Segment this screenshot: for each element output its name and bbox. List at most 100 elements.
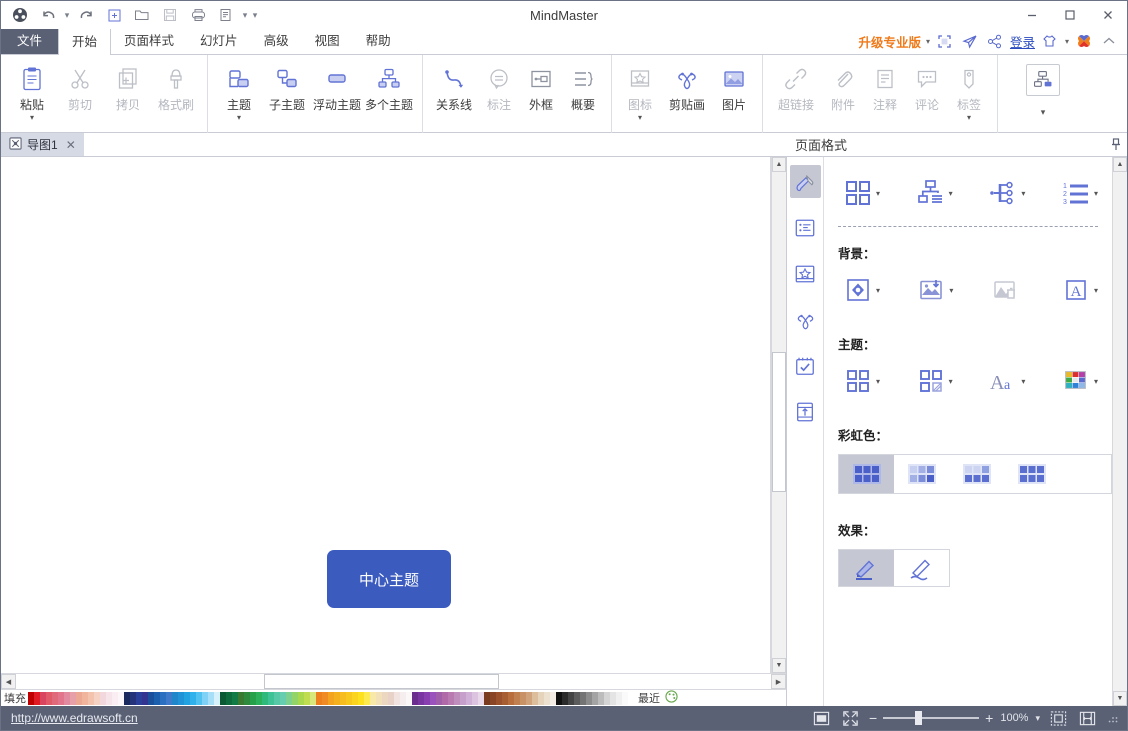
menu-tab-view[interactable]: 视图 xyxy=(302,28,353,54)
resize-grip-icon[interactable] xyxy=(1107,712,1119,724)
icon-library-tab[interactable] xyxy=(790,257,821,290)
upgrade-dropdown-icon[interactable]: ▾ xyxy=(926,37,930,46)
close-button[interactable] xyxy=(1089,1,1127,29)
branch-structure-dropdown-icon[interactable]: ▾ xyxy=(1021,189,1025,198)
rainbow-option-4[interactable] xyxy=(1004,455,1059,493)
undo-dropdown-icon[interactable]: ▾ xyxy=(63,10,71,21)
panel-scroll-down-arrow[interactable]: ▼ xyxy=(1113,691,1127,706)
topic-dropdown-icon[interactable]: ▾ xyxy=(237,114,241,122)
theme-color-dropdown-icon[interactable]: ▾ xyxy=(1094,377,1098,386)
theme-dropdown-icon[interactable]: ▾ xyxy=(1065,37,1069,46)
paste-button[interactable]: 粘贴 ▾ xyxy=(8,60,56,122)
format-painter-button[interactable]: 格式刷 xyxy=(152,60,200,113)
fit-page-icon[interactable] xyxy=(811,708,833,728)
theme-shirt-icon[interactable] xyxy=(1040,31,1060,51)
page-format-tab[interactable] xyxy=(789,165,821,198)
multiple-topics-button[interactable]: 多个主题 xyxy=(363,60,415,113)
outline-tab[interactable] xyxy=(790,211,821,244)
branch-structure-button[interactable]: ▾ xyxy=(983,173,1025,213)
effect-straight-pen[interactable] xyxy=(839,550,894,586)
new-icon[interactable] xyxy=(101,4,127,26)
app-logo-icon[interactable] xyxy=(7,4,33,26)
hyperlink-button[interactable]: 超链接 xyxy=(770,60,822,113)
color-swatch-list[interactable] xyxy=(28,691,628,705)
send-icon[interactable] xyxy=(960,31,980,51)
rainbow-option-2[interactable] xyxy=(894,455,949,493)
watermark-dropdown-icon[interactable]: ▾ xyxy=(1094,286,1098,295)
share-icon[interactable] xyxy=(985,31,1005,51)
minimize-button[interactable] xyxy=(1013,1,1051,29)
menu-tab-page-style[interactable]: 页面样式 xyxy=(111,28,187,54)
theme-font-dropdown-icon[interactable]: ▾ xyxy=(1021,377,1025,386)
redo-icon[interactable] xyxy=(73,4,99,26)
export-dropdown-icon[interactable]: ▾ xyxy=(241,10,249,21)
background-image-dropdown-icon[interactable]: ▾ xyxy=(949,286,953,295)
zoom-in-icon[interactable]: + xyxy=(985,710,993,726)
callout-button[interactable]: 标注 xyxy=(478,60,520,113)
layout-structure-button[interactable]: ▾ xyxy=(1012,60,1074,117)
central-topic-node[interactable]: 中心主题 xyxy=(327,550,451,608)
marker-button[interactable]: 图标 ▾ xyxy=(619,60,661,122)
layout-style-button[interactable]: ▾ xyxy=(838,173,880,213)
panel-scroll-track[interactable] xyxy=(1113,172,1127,691)
picture-button[interactable]: 图片 xyxy=(713,60,755,113)
numbering-dropdown-icon[interactable]: ▾ xyxy=(1094,189,1098,198)
attachment-button[interactable]: 附件 xyxy=(822,60,864,113)
background-fill-button[interactable]: ▾ xyxy=(838,270,880,310)
theme-style-dropdown-icon[interactable]: ▾ xyxy=(876,377,880,386)
watermark-button[interactable]: A ▾ xyxy=(1056,270,1098,310)
paste-dropdown-icon[interactable]: ▾ xyxy=(30,114,34,122)
layout-structure-dropdown-icon[interactable]: ▾ xyxy=(1041,108,1046,117)
upgrade-pro-button[interactable]: 升级专业版 xyxy=(858,32,921,51)
theme-style-button[interactable]: ▾ xyxy=(838,361,880,401)
collapse-ribbon-icon[interactable] xyxy=(1099,31,1119,51)
insert-tab[interactable] xyxy=(790,395,821,428)
zoom-slider-thumb[interactable] xyxy=(915,711,923,725)
relationship-line-button[interactable]: 关系线 xyxy=(430,60,478,113)
theme-font-button[interactable]: Aa ▾ xyxy=(983,361,1025,401)
background-fill-dropdown-icon[interactable]: ▾ xyxy=(876,286,880,295)
cut-button[interactable]: 剪切 xyxy=(56,60,104,113)
structure-button[interactable]: ▾ xyxy=(911,173,953,213)
zoom-dropdown-icon[interactable]: ▾ xyxy=(1035,713,1040,724)
doc-tab-close-icon[interactable]: ✕ xyxy=(66,138,76,152)
undo-icon[interactable] xyxy=(35,4,61,26)
effect-wavy-pen[interactable] xyxy=(894,550,949,586)
tag-dropdown-icon[interactable]: ▾ xyxy=(967,114,971,122)
task-tab[interactable] xyxy=(790,349,821,382)
layout-style-dropdown-icon[interactable]: ▾ xyxy=(876,189,880,198)
comment-button[interactable]: 评论 xyxy=(906,60,948,113)
rainbow-option-1[interactable] xyxy=(839,455,894,493)
page-layout-icon[interactable] xyxy=(1076,708,1098,728)
doc-tab-mindmap1[interactable]: 导图1 ✕ xyxy=(1,133,84,156)
topic-button[interactable]: 主题 ▾ xyxy=(215,60,263,122)
save-icon[interactable] xyxy=(157,4,183,26)
vertical-scroll-track[interactable] xyxy=(772,172,786,658)
horizontal-scroll-thumb[interactable] xyxy=(264,674,499,689)
color-swatch[interactable] xyxy=(622,691,628,705)
scroll-left-arrow[interactable]: ◀ xyxy=(1,674,16,689)
selection-mode-icon[interactable] xyxy=(1047,708,1069,728)
customize-qat-icon[interactable]: ▾ xyxy=(251,10,259,21)
theme-variant-dropdown-icon[interactable]: ▾ xyxy=(949,377,953,386)
canvas-horizontal-scrollbar[interactable]: ◀ ▶ xyxy=(1,673,786,689)
horizontal-scroll-track[interactable] xyxy=(16,674,771,689)
edraw-logo-icon[interactable] xyxy=(1074,31,1094,51)
fullscreen-icon[interactable] xyxy=(935,31,955,51)
rainbow-option-3[interactable] xyxy=(949,455,1004,493)
clipart-tab[interactable] xyxy=(790,303,821,336)
theme-variant-button[interactable]: ▾ xyxy=(911,361,953,401)
zoom-out-icon[interactable]: − xyxy=(869,710,877,726)
maximize-button[interactable] xyxy=(1051,1,1089,29)
background-image-button[interactable]: ▾ xyxy=(911,270,953,310)
boundary-button[interactable]: 外框 xyxy=(520,60,562,113)
mindmap-canvas[interactable]: 中心主题 xyxy=(1,157,771,673)
scroll-down-arrow[interactable]: ▼ xyxy=(772,658,786,673)
canvas-vertical-scrollbar[interactable]: ▲ ▼ xyxy=(771,157,786,673)
clipart-button[interactable]: 剪贴画 xyxy=(661,60,713,113)
pin-icon[interactable] xyxy=(1105,133,1127,156)
remove-background-image-button[interactable] xyxy=(985,270,1025,310)
floating-topic-button[interactable]: 浮动主题 xyxy=(311,60,363,113)
export-icon[interactable] xyxy=(213,4,239,26)
menu-tab-help[interactable]: 帮助 xyxy=(353,28,404,54)
